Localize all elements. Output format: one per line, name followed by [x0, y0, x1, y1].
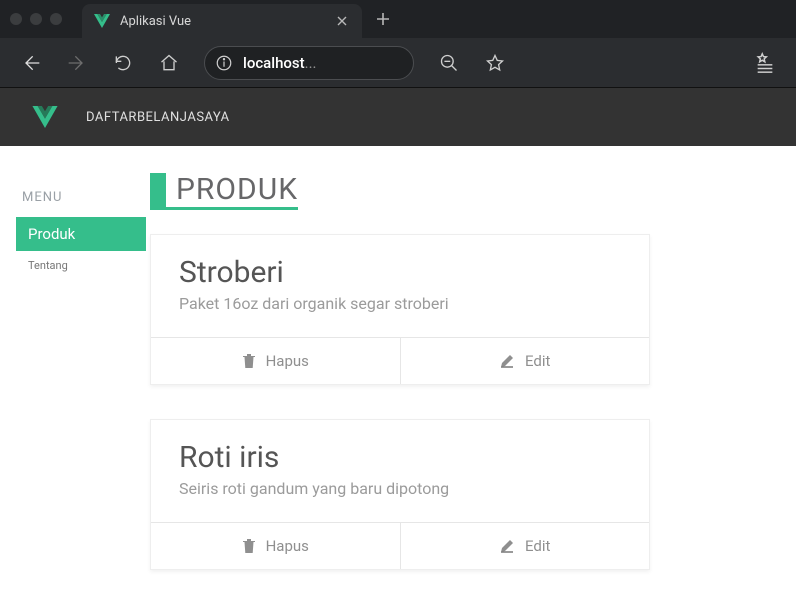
app-header: DAFTARBELANJASAYA	[0, 88, 796, 146]
page-title-wrap: PRODUK	[150, 172, 298, 210]
vue-logo-icon	[32, 106, 58, 128]
delete-button[interactable]: Hapus	[151, 523, 400, 569]
window-min-dot[interactable]	[30, 13, 42, 25]
new-tab-button[interactable]	[376, 12, 390, 26]
home-button[interactable]	[158, 52, 180, 74]
sidebar: MENU Produk Tentang	[16, 172, 146, 604]
content: PRODUK Stroberi Paket 16oz dari organik …	[146, 172, 796, 604]
window-max-dot[interactable]	[50, 13, 62, 25]
browser-chrome: Aplikasi Vue localhost...	[0, 0, 796, 88]
sidebar-heading: MENU	[22, 190, 146, 205]
delete-button[interactable]: Hapus	[151, 338, 400, 384]
zoom-out-icon[interactable]	[438, 52, 460, 74]
page: MENU Produk Tentang PRODUK Stroberi Pake…	[0, 146, 796, 604]
vue-favicon-icon	[94, 14, 110, 28]
sidebar-item-tentang[interactable]: Tentang	[16, 251, 146, 280]
edit-icon	[499, 538, 515, 554]
product-name: Stroberi	[179, 255, 621, 290]
browser-tab-title: Aplikasi Vue	[120, 14, 334, 29]
page-title: PRODUK	[176, 172, 298, 207]
product-description: Paket 16oz dari organik segar stroberi	[179, 292, 621, 315]
browser-titlebar: Aplikasi Vue	[0, 0, 796, 38]
edit-button[interactable]: Edit	[400, 523, 650, 569]
sidebar-item-produk[interactable]: Produk	[16, 217, 146, 251]
address-bar[interactable]: localhost...	[204, 46, 414, 80]
edit-icon	[499, 353, 515, 369]
app-brand: DAFTARBELANJASAYA	[86, 110, 230, 125]
forward-button	[66, 52, 88, 74]
browser-toolbar: localhost...	[0, 38, 796, 88]
edit-label: Edit	[525, 537, 550, 555]
browser-tab[interactable]: Aplikasi Vue	[82, 4, 362, 38]
page-title-accent	[150, 173, 166, 207]
product-description: Seiris roti gandum yang baru dipotong	[179, 477, 621, 500]
product-card: Stroberi Paket 16oz dari organik segar s…	[150, 234, 650, 385]
favorite-star-icon[interactable]	[484, 52, 506, 74]
site-info-icon[interactable]	[215, 54, 233, 72]
close-tab-icon[interactable]	[334, 15, 350, 27]
window-close-dot[interactable]	[10, 13, 22, 25]
reload-button[interactable]	[112, 52, 134, 74]
product-card: Roti iris Seiris roti gandum yang baru d…	[150, 419, 650, 570]
back-button[interactable]	[20, 52, 42, 74]
trash-icon	[242, 353, 256, 369]
url-host: localhost...	[243, 54, 317, 72]
trash-icon	[242, 538, 256, 554]
window-controls	[10, 13, 62, 25]
edit-label: Edit	[525, 352, 550, 370]
product-name: Roti iris	[179, 440, 621, 475]
delete-label: Hapus	[266, 352, 309, 370]
favorites-list-icon[interactable]	[754, 52, 776, 74]
delete-label: Hapus	[266, 537, 309, 555]
edit-button[interactable]: Edit	[400, 338, 650, 384]
